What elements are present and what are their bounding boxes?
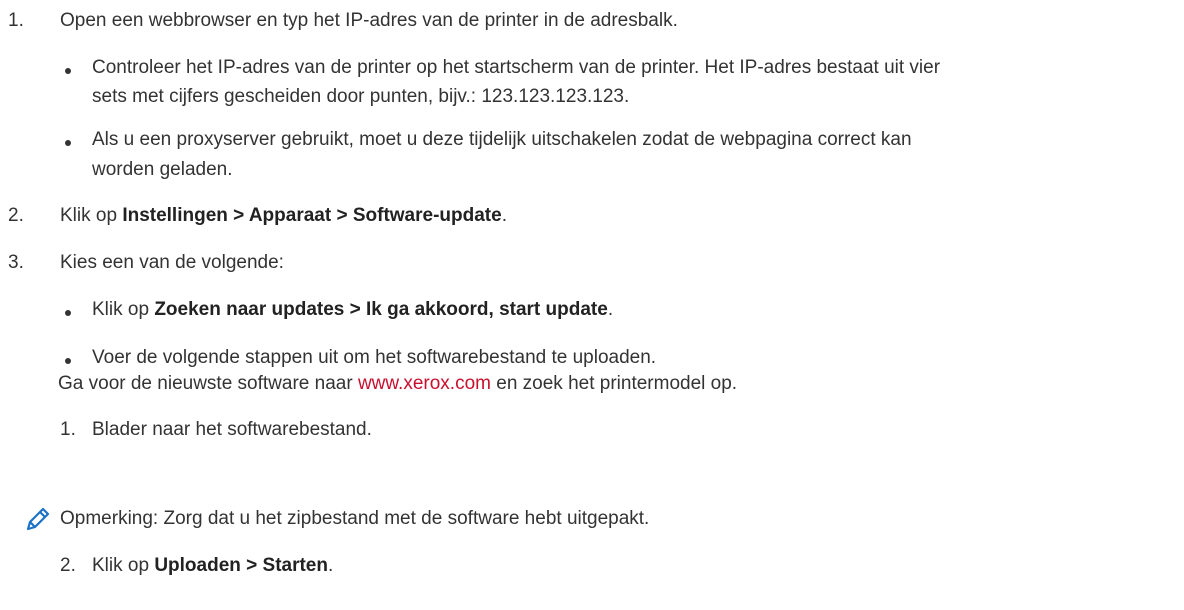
step-2-suffix: . — [501, 205, 507, 226]
step-3-bullet-2-line-2-suffix: en zoek het printermodel op. — [490, 373, 738, 394]
step-3-bullet-1-prefix: Klik op — [92, 299, 155, 320]
step-2-number: 2. — [8, 205, 24, 226]
step-1-bullet-1-line-2: sets met cijfers gescheiden door punten,… — [92, 86, 630, 107]
substep-2-prefix: Klik op — [92, 555, 155, 576]
xerox-link[interactable]: www.xerox.com — [358, 373, 491, 394]
step-1-bullet-1-line-1: Controleer het IP-adres van de printer o… — [92, 57, 941, 78]
step-2-prefix: Klik op — [60, 205, 123, 226]
step-3-bullet-1: Klik op Zoeken naar updates > Ik ga akko… — [92, 295, 613, 325]
substep-2-suffix: . — [327, 555, 334, 576]
step-3-bullet-2-line-2: Ga voor de nieuwste software naar www.xe… — [58, 369, 737, 399]
substep-2-menu-path: Uploaden > Starten — [154, 555, 328, 576]
step-1-number: 1. — [8, 10, 24, 31]
substep-1-text: Blader naar het softwarebestand. — [92, 419, 372, 440]
note-text: Opmerking: Zorg dat u het zipbestand met… — [60, 508, 650, 529]
step-3-bullet-1-menu-path: Zoeken naar updates > Ik ga akkoord, sta… — [154, 299, 608, 320]
substep-2-number: 2. — [60, 555, 76, 576]
substep-2-text: Klik op Uploaden > Starten. — [92, 551, 333, 581]
step-1-text: Open een webbrowser en typ het IP-adres … — [60, 10, 678, 31]
step-2-text: Klik op Instellingen > Apparaat > Softwa… — [60, 201, 507, 231]
substep-1-number: 1. — [60, 419, 76, 440]
pencil-icon — [26, 507, 50, 531]
step-3-text: Kies een van de volgende: — [60, 252, 284, 273]
step-3-bullet-2-line-2-prefix: Ga voor de nieuwste software naar — [58, 373, 358, 394]
step-3-bullet-1-suffix: . — [607, 299, 614, 320]
step-1-bullet-2-line-2: worden geladen. — [92, 159, 233, 180]
bullet-icon — [65, 140, 71, 146]
step-2-menu-path: Instellingen > Apparaat > Software-updat… — [122, 205, 502, 226]
step-1-bullet-2-line-1: Als u een proxyserver gebruikt, moet u d… — [92, 129, 912, 150]
bullet-icon — [65, 68, 71, 74]
step-3-number: 3. — [8, 252, 24, 273]
bullet-icon — [65, 358, 71, 364]
bullet-icon — [65, 310, 71, 316]
